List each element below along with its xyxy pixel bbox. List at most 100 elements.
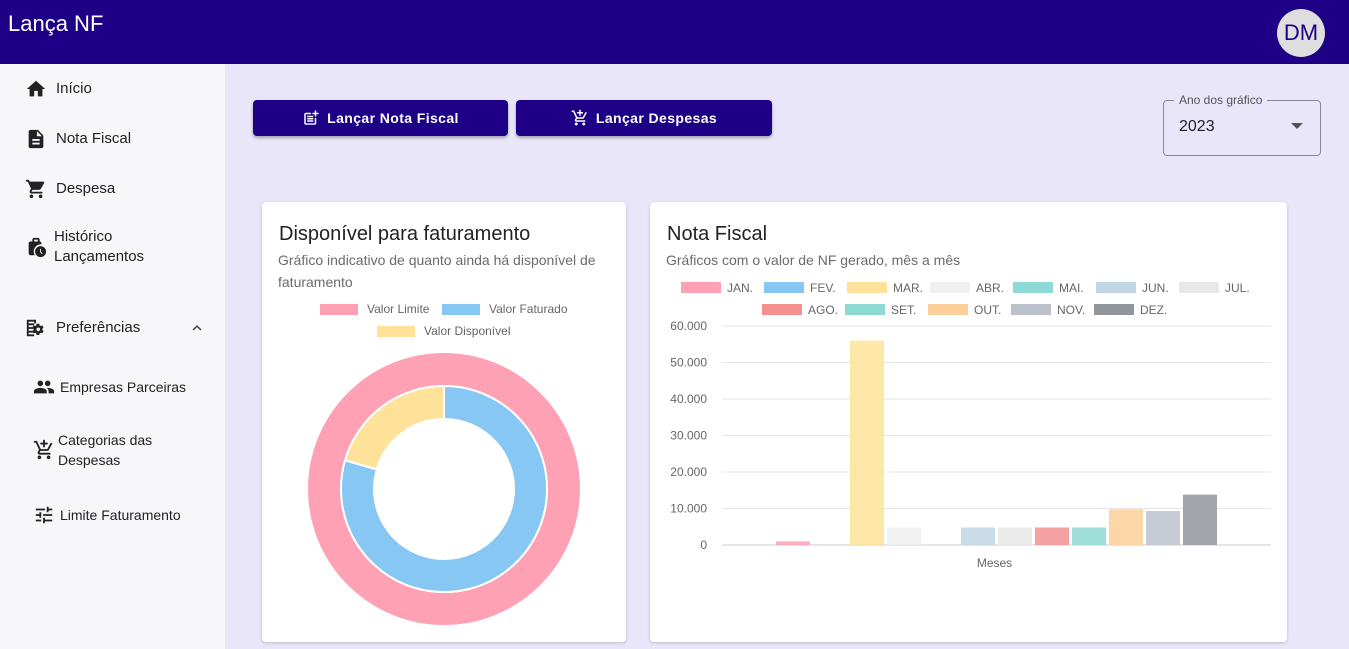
sidebar-item-label: Histórico Lançamentos — [54, 228, 145, 265]
cart-add-icon — [571, 109, 587, 126]
legend-swatch — [764, 282, 804, 293]
legend-item-abr[interactable]: ABR. — [930, 281, 1004, 295]
y-tick-label: 20.000 — [670, 465, 707, 479]
sliders-icon — [32, 503, 56, 527]
sidebar-item-limite-faturamento[interactable]: Limite Faturamento — [0, 504, 225, 526]
legend-swatch — [1011, 304, 1051, 315]
home-icon — [24, 77, 48, 101]
bar-out[interactable] — [1109, 509, 1143, 545]
document-icon — [24, 127, 48, 151]
legend-label: Valor Limite — [367, 302, 430, 316]
legend-label: AGO. — [808, 303, 838, 317]
avatar[interactable]: DM — [1277, 9, 1325, 57]
legend-swatch — [845, 304, 885, 315]
bar-dez[interactable] — [1183, 494, 1217, 545]
sidebar-item-label: Empresas Parceiras — [60, 379, 187, 395]
sidebar-item-label: Preferências — [56, 319, 141, 336]
legend-label: ABR. — [976, 281, 1004, 295]
legend-item-mar[interactable]: MAR. — [847, 281, 923, 295]
history-briefcase-icon — [24, 235, 48, 259]
legend-item-out[interactable]: OUT. — [928, 303, 1001, 317]
bar-jan[interactable] — [776, 541, 810, 545]
legend-label: NOV. — [1057, 303, 1085, 317]
sidebar-item-label: Despesa — [56, 180, 116, 197]
legend-label: MAR. — [893, 281, 923, 295]
legend-item-jun[interactable]: JUN. — [1096, 281, 1169, 295]
legend-swatch — [681, 282, 721, 293]
legend-item-jan[interactable]: JAN. — [681, 281, 753, 295]
bar-chart: JAN. FEV. MAR. ABR. MAI. JUN. JUL. AGO. SET. OUT.… — [670, 281, 1271, 570]
legend-swatch — [377, 325, 415, 337]
legend-swatch — [1013, 282, 1053, 293]
sidebar-item-historico[interactable]: Histórico Lançamentos — [0, 227, 225, 267]
bar-abr[interactable] — [887, 527, 921, 545]
y-tick-label: 50.000 — [670, 356, 707, 370]
donut-card: Disponível para faturamento Gráfico indi… — [262, 202, 626, 642]
bar-set[interactable] — [1072, 527, 1106, 545]
bar-mar[interactable] — [850, 340, 884, 545]
app-bar: Lança NF DM — [0, 0, 1349, 64]
bar-jun[interactable] — [961, 527, 995, 545]
legend-item-jul[interactable]: JUL. — [1179, 281, 1250, 295]
bar-jul[interactable] — [998, 527, 1032, 545]
y-tick-label: 40.000 — [670, 392, 707, 406]
sidebar: Início Nota Fiscal Despesa Histórico Lan… — [0, 64, 225, 649]
legend-swatch — [762, 304, 802, 315]
lancar-despesas-button[interactable]: Lançar Despesas — [516, 100, 772, 136]
bar-ago[interactable] — [1035, 527, 1069, 545]
x-axis-label: Meses — [977, 556, 1012, 570]
legend-item-valor-disponivel[interactable]: Valor Disponível — [377, 324, 510, 338]
legend-label: JUL. — [1225, 281, 1250, 295]
bar-card: Nota Fiscal Gráficos com o valor de NF g… — [650, 202, 1287, 642]
legend-swatch — [928, 304, 968, 315]
y-tick-label: 0 — [700, 538, 707, 552]
dropdown-arrow-icon[interactable] — [1291, 123, 1303, 129]
legend-swatch — [442, 303, 480, 315]
legend-item-fev[interactable]: FEV. — [764, 281, 836, 295]
legend-label: JAN. — [727, 281, 753, 295]
legend-item-dez[interactable]: DEZ. — [1094, 303, 1167, 317]
cart-add-icon — [32, 438, 56, 462]
sidebar-item-nota-fiscal[interactable]: Nota Fiscal — [0, 128, 225, 150]
legend-label: Valor Faturado — [489, 302, 568, 316]
legend-swatch — [1096, 282, 1136, 293]
legend-item-valor-faturado[interactable]: Valor Faturado — [442, 302, 568, 316]
legend-item-valor-limite[interactable]: Valor Limite — [320, 302, 429, 316]
legend-swatch — [1094, 304, 1134, 315]
legend-item-set[interactable]: SET. — [845, 303, 916, 317]
legend-label: Valor Disponível — [424, 324, 511, 338]
legend-label: DEZ. — [1140, 303, 1167, 317]
legend-item-mai[interactable]: MAI. — [1013, 281, 1084, 295]
y-tick-label: 60.000 — [670, 319, 707, 333]
legend-label: MAI. — [1059, 281, 1084, 295]
year-select-label: Ano dos gráfico — [1174, 93, 1268, 107]
lancar-nota-fiscal-button[interactable]: Lançar Nota Fiscal — [253, 100, 508, 136]
sidebar-item-despesa[interactable]: Despesa — [0, 178, 225, 200]
legend-swatch — [930, 282, 970, 293]
sidebar-item-inicio[interactable]: Início — [0, 78, 225, 100]
legend-item-nov[interactable]: NOV. — [1011, 303, 1085, 317]
post-add-icon — [304, 110, 319, 125]
legend-label: SET. — [891, 303, 916, 317]
sidebar-item-categorias-despesas[interactable]: Categorias das Despesas — [0, 430, 225, 470]
lancar-despesas-label: Lançar Despesas — [595, 110, 718, 126]
preferences-icon — [24, 316, 48, 340]
people-icon — [32, 375, 56, 399]
donut-card-subtitle: Gráfico indicativo de quanto ainda há di… — [278, 252, 596, 290]
sidebar-item-label: Limite Faturamento — [60, 507, 181, 523]
sidebar-item-empresas-parceiras[interactable]: Empresas Parceiras — [0, 376, 225, 398]
legend-item-ago[interactable]: AGO. — [762, 303, 838, 317]
y-tick-label: 30.000 — [670, 429, 707, 443]
legend-label: OUT. — [974, 303, 1001, 317]
y-tick-label: 10.000 — [670, 502, 707, 516]
sidebar-item-label: Categorias das Despesas — [58, 432, 153, 468]
cart-icon — [24, 177, 48, 201]
legend-swatch — [1179, 282, 1219, 293]
chevron-up-icon[interactable] — [188, 319, 206, 337]
bar-nov[interactable] — [1146, 511, 1180, 545]
year-select[interactable]: Ano dos gráfico 2023 — [1163, 93, 1321, 156]
lancar-nota-fiscal-label: Lançar Nota Fiscal — [327, 110, 459, 126]
sidebar-item-preferencias[interactable]: Preferências — [0, 317, 225, 339]
app-title: Lança NF — [8, 11, 104, 36]
donut-card-title: Disponível para faturamento — [279, 223, 531, 245]
